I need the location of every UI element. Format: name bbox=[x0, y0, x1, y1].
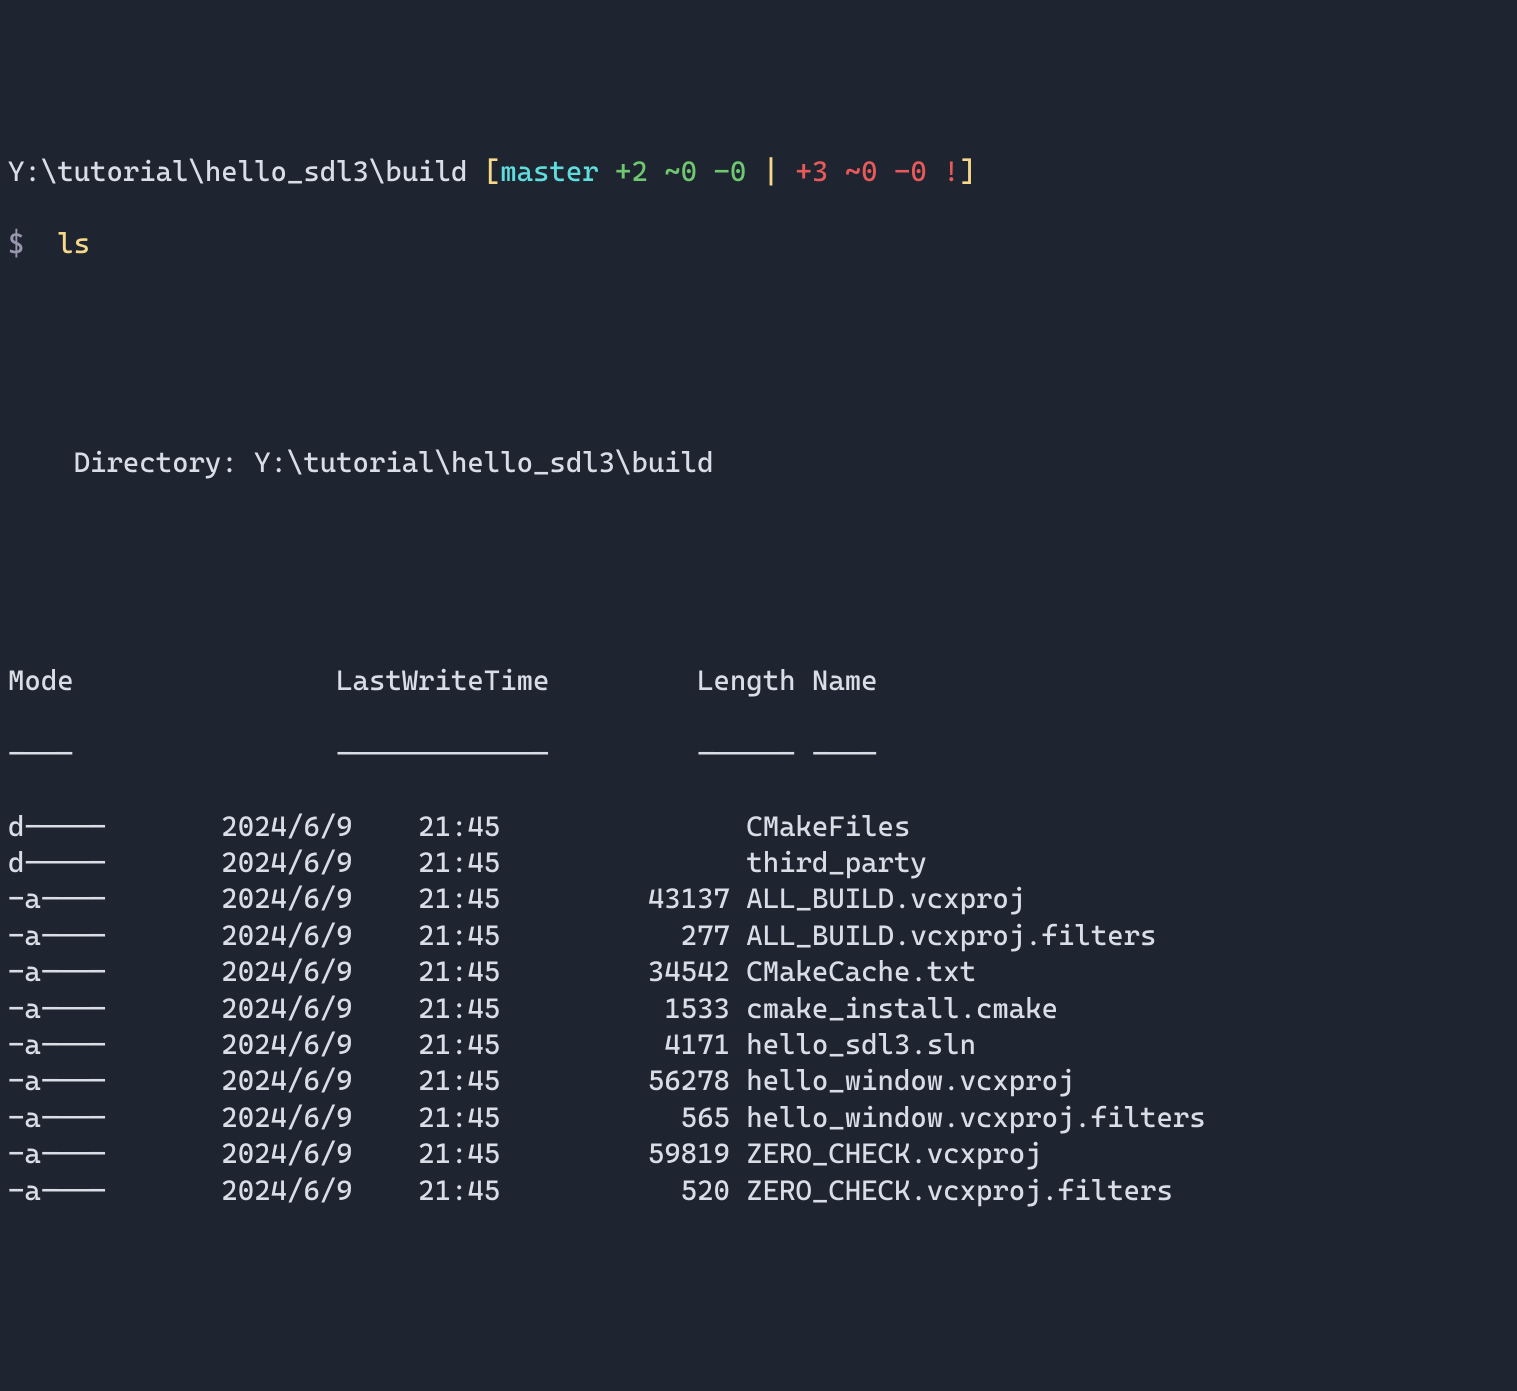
table-divider-row: ---- ------------- ------ ---- bbox=[8, 736, 1509, 772]
row-length bbox=[500, 810, 730, 843]
prompt-dollar: $ bbox=[8, 227, 24, 260]
row-date: 2024/6/9 bbox=[106, 1101, 352, 1134]
git-close-bracket: ] bbox=[960, 155, 976, 188]
row-length: 520 bbox=[500, 1174, 730, 1207]
row-mode: d----- bbox=[8, 810, 106, 843]
row-length: 565 bbox=[500, 1101, 730, 1134]
row-mode: -a---- bbox=[8, 1101, 106, 1134]
table-row: -a---- 2024/6/9 21:45 43137 ALL_BUILD.vc… bbox=[8, 881, 1509, 917]
dash-mode: ---- bbox=[8, 737, 74, 770]
row-name: cmake_install.cmake bbox=[746, 992, 1058, 1025]
table-row: -a---- 2024/6/9 21:45 34542 CMakeCache.t… bbox=[8, 954, 1509, 990]
row-length: 34542 bbox=[500, 955, 730, 988]
row-date: 2024/6/9 bbox=[106, 992, 352, 1025]
table-header-row: Mode LastWriteTime Length Name bbox=[8, 663, 1509, 699]
row-date: 2024/6/9 bbox=[106, 882, 352, 915]
row-mode: -a---- bbox=[8, 992, 106, 1025]
row-name: CMakeFiles bbox=[746, 810, 910, 843]
row-mode: -a---- bbox=[8, 882, 106, 915]
row-time: 21:45 bbox=[353, 1064, 501, 1097]
git-bang: ! bbox=[943, 155, 959, 188]
dash-name: ---- bbox=[812, 737, 878, 770]
git-staged-tilde: ~0 bbox=[664, 155, 697, 188]
row-name: ALL_BUILD.vcxproj bbox=[746, 882, 1025, 915]
header-mode: Mode bbox=[8, 664, 74, 697]
git-open-bracket: [ bbox=[484, 155, 500, 188]
table-row: -a---- 2024/6/9 21:45 4171 hello_sdl3.sl… bbox=[8, 1027, 1509, 1063]
row-name: ZERO_CHECK.vcxproj.filters bbox=[746, 1174, 1173, 1207]
header-name: Name bbox=[812, 664, 878, 697]
prompt-line-1: Y:\tutorial\hello_sdl3\build [master +2 … bbox=[8, 154, 1509, 190]
dash-len: ------ bbox=[697, 737, 795, 770]
row-time: 21:45 bbox=[353, 1137, 501, 1170]
row-mode: -a---- bbox=[8, 1137, 106, 1170]
row-time: 21:45 bbox=[353, 992, 501, 1025]
row-mode: -a---- bbox=[8, 1174, 106, 1207]
row-mode: -a---- bbox=[8, 1064, 106, 1097]
table-row: -a---- 2024/6/9 21:45 59819 ZERO_CHECK.v… bbox=[8, 1136, 1509, 1172]
directory-heading: Directory: Y:\tutorial\hello_sdl3\build bbox=[8, 445, 1509, 481]
row-name: CMakeCache.txt bbox=[746, 955, 976, 988]
command-input[interactable]: ls bbox=[57, 227, 90, 260]
row-length: 4171 bbox=[500, 1028, 730, 1061]
row-time: 21:45 bbox=[353, 882, 501, 915]
row-date: 2024/6/9 bbox=[106, 846, 352, 879]
row-length: 59819 bbox=[500, 1137, 730, 1170]
row-length: 277 bbox=[500, 919, 730, 952]
row-time: 21:45 bbox=[353, 846, 501, 879]
row-length: 43137 bbox=[500, 882, 730, 915]
row-time: 21:45 bbox=[353, 919, 501, 952]
row-date: 2024/6/9 bbox=[106, 810, 352, 843]
table-row: d----- 2024/6/9 21:45 third_party bbox=[8, 845, 1509, 881]
header-lwt: LastWriteTime bbox=[336, 664, 549, 697]
row-length: 1533 bbox=[500, 992, 730, 1025]
row-name: hello_window.vcxproj bbox=[746, 1064, 1074, 1097]
prompt-line-2[interactable]: $ ls bbox=[8, 226, 1509, 262]
row-mode: -a---- bbox=[8, 1028, 106, 1061]
row-date: 2024/6/9 bbox=[106, 1174, 352, 1207]
git-staged-plus: +2 bbox=[615, 155, 648, 188]
row-time: 21:45 bbox=[353, 810, 501, 843]
row-time: 21:45 bbox=[353, 1101, 501, 1134]
row-date: 2024/6/9 bbox=[106, 955, 352, 988]
row-mode: d----- bbox=[8, 846, 106, 879]
row-mode: -a---- bbox=[8, 955, 106, 988]
row-time: 21:45 bbox=[353, 1174, 501, 1207]
row-name: hello_sdl3.sln bbox=[746, 1028, 976, 1061]
row-mode: -a---- bbox=[8, 919, 106, 952]
row-name: ZERO_CHECK.vcxproj bbox=[746, 1137, 1041, 1170]
row-date: 2024/6/9 bbox=[106, 1137, 352, 1170]
table-row: -a---- 2024/6/9 21:45 520 ZERO_CHECK.vcx… bbox=[8, 1173, 1509, 1209]
row-name: hello_window.vcxproj.filters bbox=[746, 1101, 1205, 1134]
table-row: d----- 2024/6/9 21:45 CMakeFiles bbox=[8, 809, 1509, 845]
git-unstaged-tilde: ~0 bbox=[845, 155, 878, 188]
table-row: -a---- 2024/6/9 21:45 277 ALL_BUILD.vcxp… bbox=[8, 918, 1509, 954]
listing-rows: d----- 2024/6/9 21:45 CMakeFilesd----- 2… bbox=[8, 809, 1509, 1209]
row-time: 21:45 bbox=[353, 955, 501, 988]
table-row: -a---- 2024/6/9 21:45 1533 cmake_install… bbox=[8, 991, 1509, 1027]
git-unstaged-minus: -0 bbox=[894, 155, 927, 188]
git-unstaged-plus: +3 bbox=[796, 155, 829, 188]
git-branch: master bbox=[500, 155, 598, 188]
row-length bbox=[500, 846, 730, 879]
row-date: 2024/6/9 bbox=[106, 1064, 352, 1097]
directory-path: Y:\tutorial\hello_sdl3\build bbox=[254, 446, 713, 479]
table-row: -a---- 2024/6/9 21:45 56278 hello_window… bbox=[8, 1063, 1509, 1099]
row-name: ALL_BUILD.vcxproj.filters bbox=[746, 919, 1156, 952]
git-separator: | bbox=[763, 155, 779, 188]
row-length: 56278 bbox=[500, 1064, 730, 1097]
row-date: 2024/6/9 bbox=[106, 1028, 352, 1061]
header-len: Length bbox=[697, 664, 795, 697]
git-staged-minus: -0 bbox=[713, 155, 746, 188]
dash-lwt: ------------- bbox=[336, 737, 549, 770]
table-row: -a---- 2024/6/9 21:45 565 hello_window.v… bbox=[8, 1100, 1509, 1136]
directory-label: Directory: bbox=[74, 446, 238, 479]
prompt-path: Y:\tutorial\hello_sdl3\build bbox=[8, 155, 467, 188]
row-name: third_party bbox=[746, 846, 926, 879]
row-time: 21:45 bbox=[353, 1028, 501, 1061]
row-date: 2024/6/9 bbox=[106, 919, 352, 952]
